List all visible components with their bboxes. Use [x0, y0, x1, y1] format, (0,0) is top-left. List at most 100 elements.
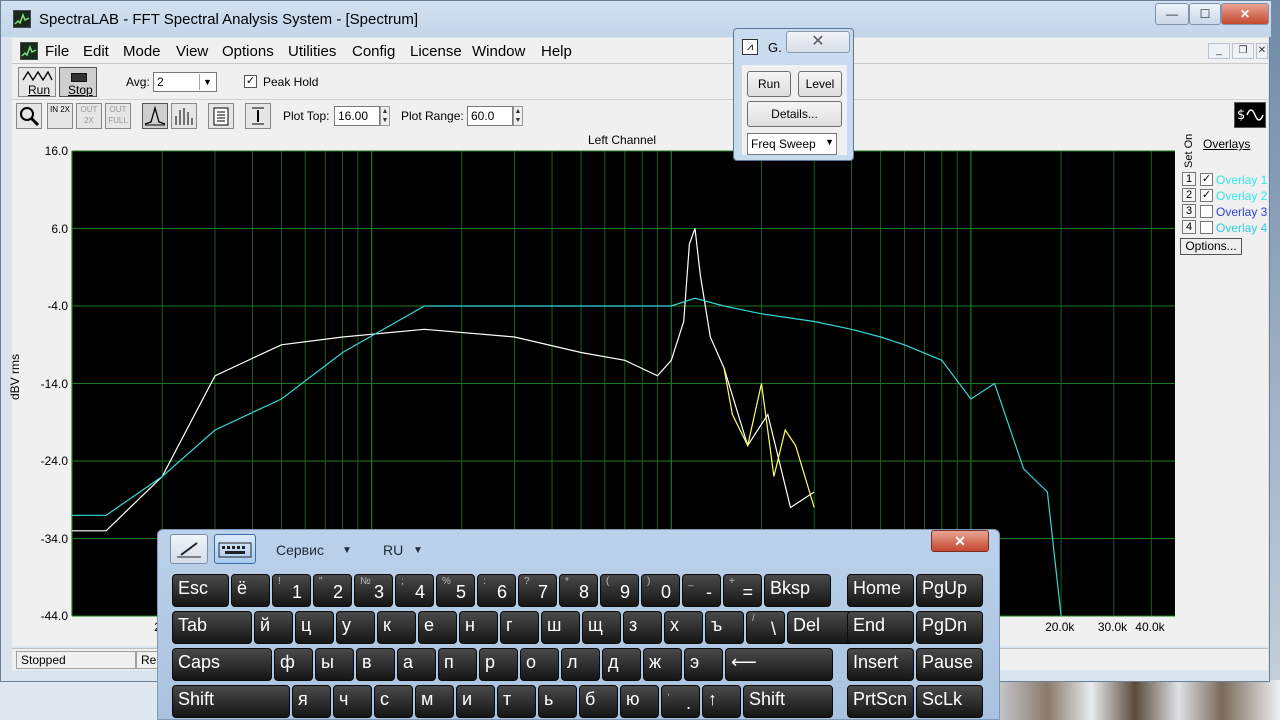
generator-details-button[interactable]: Details... [747, 101, 842, 127]
key-2-8[interactable]: л [561, 648, 600, 681]
peak-hold-checkbox[interactable]: ✓ [244, 75, 257, 88]
generator-run-button[interactable]: Run [747, 71, 791, 97]
overlay-set-button[interactable]: 4 [1182, 220, 1196, 234]
overlay-set-button[interactable]: 2 [1182, 188, 1196, 202]
key-0-16[interactable]: PgUp [916, 574, 983, 607]
key-2-3[interactable]: в [356, 648, 395, 681]
key-0-10[interactable]: (9 [600, 574, 639, 607]
key-2-6[interactable]: р [479, 648, 518, 681]
minimize-button[interactable]: — [1155, 3, 1189, 25]
chevron-down-icon[interactable]: ▼ [342, 545, 352, 556]
generator-level-button[interactable]: Level [798, 71, 842, 97]
key-3-8[interactable]: б [579, 685, 618, 718]
key-2-2[interactable]: ы [315, 648, 354, 681]
maximize-button[interactable]: ☐ [1189, 3, 1221, 25]
key-0-5[interactable]: ; 4 [395, 574, 434, 607]
key-3-10[interactable]: ,. [661, 685, 700, 718]
key-1-2[interactable]: ц [295, 611, 334, 644]
key-3-2[interactable]: ч [333, 685, 372, 718]
osk-service-menu[interactable]: Сервис [276, 542, 324, 558]
overlay-set-button[interactable]: 1 [1182, 172, 1196, 186]
osk-language-menu[interactable]: RU [383, 542, 403, 558]
menu-utilities[interactable]: Utilities [288, 43, 336, 60]
key-1-8[interactable]: ш [541, 611, 580, 644]
mdi-close-button[interactable]: ✕ [1256, 43, 1268, 59]
key-2-0[interactable]: Caps [172, 648, 272, 681]
key-0-6[interactable]: % 5 [436, 574, 475, 607]
run-button[interactable]: Run [18, 67, 56, 97]
key-0-1[interactable]: ё [231, 574, 270, 607]
key-1-12[interactable]: ъ [705, 611, 744, 644]
key-2-5[interactable]: п [438, 648, 477, 681]
zoom-button[interactable] [16, 103, 42, 129]
document-icon[interactable] [20, 42, 38, 60]
mdi-restore-button[interactable]: ❐ [1232, 43, 1254, 59]
overlay-options-button[interactable]: Options... [1180, 238, 1242, 255]
stop-button[interactable]: Stop [59, 67, 97, 97]
osk-close-button[interactable]: ✕ [931, 530, 989, 552]
zoom-in-button[interactable]: IN 2X [47, 103, 73, 129]
menu-view[interactable]: View [176, 43, 208, 60]
key-2-4[interactable]: а [397, 648, 436, 681]
generator-mode-select[interactable]: Freq Sweep ▼ [747, 133, 837, 155]
key-1-16[interactable]: PgDn [916, 611, 983, 644]
key-2-12[interactable]: ⟵ [725, 648, 833, 681]
key-0-7[interactable]: :6 [477, 574, 516, 607]
line-mode-button[interactable] [142, 103, 168, 129]
menu-edit[interactable]: Edit [83, 43, 109, 60]
key-3-14[interactable]: ScLk [916, 685, 983, 718]
key-3-5[interactable]: и [456, 685, 495, 718]
avg-select[interactable]: 2 ▼ [153, 72, 217, 92]
key-0-14[interactable]: Bksp [764, 574, 831, 607]
key-3-0[interactable]: Shift [172, 685, 290, 718]
key-1-0[interactable]: Tab [172, 611, 252, 644]
menu-config[interactable]: Config [352, 43, 395, 60]
overlay-on-checkbox[interactable] [1200, 205, 1213, 218]
overlay-set-button[interactable]: 3 [1182, 204, 1196, 218]
zoom-out-button[interactable]: OUT 2X [76, 103, 102, 129]
title-bar[interactable]: SpectraLAB - FFT Spectral Analysis Syste… [1, 1, 1271, 37]
key-0-12[interactable]: _ - [682, 574, 721, 607]
key-1-10[interactable]: з [623, 611, 662, 644]
overlay-on-checkbox[interactable] [1200, 221, 1213, 234]
plot-top-spinner[interactable]: ▲ ▼ [380, 106, 390, 126]
key-0-8[interactable]: ? 7 [518, 574, 557, 607]
key-2-9[interactable]: д [602, 648, 641, 681]
scale-button[interactable] [245, 103, 271, 129]
signal-generator-icon[interactable]: $ [1234, 102, 1266, 128]
menu-help[interactable]: Help [541, 43, 572, 60]
key-3-6[interactable]: т [497, 685, 536, 718]
key-2-10[interactable]: ж [643, 648, 682, 681]
key-1-15[interactable]: End [847, 611, 914, 644]
menu-window[interactable]: Window [472, 43, 525, 60]
key-2-14[interactable]: Pause [916, 648, 983, 681]
generator-close-button[interactable]: ✕ [786, 31, 850, 53]
menu-license[interactable]: License [410, 43, 462, 60]
log-button[interactable] [208, 103, 234, 129]
key-0-11[interactable]: ) 0 [641, 574, 680, 607]
key-3-1[interactable]: я [292, 685, 331, 718]
key-1-7[interactable]: г [500, 611, 539, 644]
key-3-12[interactable]: Shift [743, 685, 833, 718]
key-0-9[interactable]: * 8 [559, 574, 598, 607]
key-1-4[interactable]: к [377, 611, 416, 644]
menu-options[interactable]: Options [222, 43, 274, 60]
key-2-7[interactable]: о [520, 648, 559, 681]
key-1-1[interactable]: й [254, 611, 293, 644]
overlay-on-checkbox[interactable]: ✓ [1200, 173, 1213, 186]
chevron-down-icon[interactable]: ▼ [825, 137, 834, 147]
handwriting-pad-button[interactable] [170, 534, 208, 564]
key-1-13[interactable]: / \ [746, 611, 785, 644]
key-1-3[interactable]: у [336, 611, 375, 644]
plot-top-input[interactable]: 16.00 [334, 106, 380, 126]
close-button[interactable]: ✕ [1221, 3, 1269, 25]
plot-range-spinner[interactable]: ▲ ▼ [513, 106, 523, 126]
plot-range-input[interactable]: 60.0 [467, 106, 513, 126]
key-1-6[interactable]: н [459, 611, 498, 644]
key-0-3[interactable]: " 2 [313, 574, 352, 607]
mdi-minimize-button[interactable]: _ [1208, 43, 1230, 59]
key-1-14[interactable]: Del [787, 611, 854, 644]
key-2-13[interactable]: Insert [847, 648, 914, 681]
menu-file[interactable]: File [45, 43, 69, 60]
overlay-on-checkbox[interactable]: ✓ [1200, 189, 1213, 202]
